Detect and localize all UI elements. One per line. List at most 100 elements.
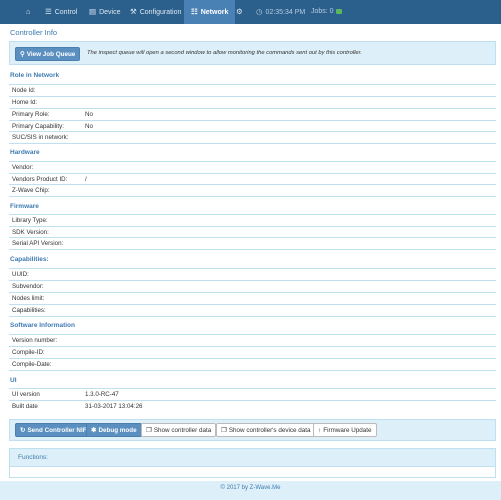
send-nif-label: Send Controller NIF xyxy=(27,427,87,434)
nav-configuration-label: Configuration xyxy=(139,9,182,16)
show-device-data-label: Show controller's device data xyxy=(228,427,311,434)
row-label: Library Type: xyxy=(12,217,48,224)
jobs-status-badge xyxy=(335,8,342,14)
info-row: Subvendor: xyxy=(9,280,496,292)
info-row: Home Id: xyxy=(9,96,496,108)
page-title: Controller Info xyxy=(10,28,58,37)
nav-control-label: Control xyxy=(54,9,78,16)
row-label: Node Id: xyxy=(12,87,36,94)
section-title-role: Role in Network xyxy=(10,72,60,79)
nav-device-label: Device xyxy=(99,9,121,16)
info-row: Capabilities: xyxy=(9,304,496,316)
row-label: Capabilities: xyxy=(12,307,46,314)
gear-icon: ⚙ xyxy=(236,7,243,16)
search-icon: ⚲ xyxy=(20,51,25,58)
row-value: No xyxy=(85,111,93,118)
info-row: UI version 1.3.0-RC-47 xyxy=(9,388,496,400)
divider xyxy=(9,249,496,250)
divider xyxy=(9,370,496,371)
home-icon: ⌂ xyxy=(26,7,31,16)
footer-copyright: © 2017 by Z-Wave.Me xyxy=(220,485,281,491)
divider xyxy=(9,196,496,197)
info-row: Version number: xyxy=(9,334,496,346)
row-label: Z-Wave Chip: xyxy=(12,187,50,194)
section-title-capabilities: Capabilities: xyxy=(10,256,49,263)
info-row: Node Id: xyxy=(9,84,496,96)
nav-jobs[interactable]: Jobs: 0 xyxy=(311,0,342,24)
row-label: Vendors Product ID: xyxy=(12,176,68,183)
nav-network-label: Network xyxy=(200,9,229,16)
info-row: Nodes limit: xyxy=(9,292,496,304)
section-title-firmware: Firmware xyxy=(10,203,39,210)
row-label: Serial API Version: xyxy=(12,240,64,247)
divider xyxy=(9,316,496,317)
section-title-ui: UI xyxy=(10,377,17,384)
row-label: Subvendor: xyxy=(12,283,44,290)
row-label: Primary Role: xyxy=(12,111,50,118)
firmware-update-button[interactable]: ↑ Firmware Update xyxy=(313,423,377,437)
clock-icon: ◷ xyxy=(256,7,263,16)
section-title-software: Software Information xyxy=(10,322,76,329)
row-label: Home Id: xyxy=(12,99,38,106)
row-value: 1.3.0-RC-47 xyxy=(85,391,119,398)
info-row: Vendor: xyxy=(9,161,496,173)
row-value: / xyxy=(85,176,87,183)
firmware-update-label: Firmware Update xyxy=(323,427,372,434)
top-navbar: ⌂ ☰ Control ▤ Device ⚒ Configuration ☷ Netwo… xyxy=(0,0,501,24)
sitemap-icon: ☷ xyxy=(191,7,198,16)
nav-home[interactable]: ⌂ xyxy=(26,0,34,24)
copy-icon: ❐ xyxy=(146,427,152,434)
row-label: Built date xyxy=(12,403,38,410)
nav-settings[interactable]: ⚙ xyxy=(236,0,246,24)
row-value: 31-03-2017 13:04:26 xyxy=(85,403,143,410)
info-row: Serial API Version: xyxy=(9,237,496,249)
row-label: Compile-ID: xyxy=(12,349,45,356)
functions-panel: Functions: xyxy=(9,448,496,478)
info-row: Primary Role: No xyxy=(9,108,496,120)
database-icon: ▤ xyxy=(89,7,97,16)
view-job-queue-label: View Job Queue xyxy=(26,51,76,58)
nav-configuration[interactable]: ⚒ Configuration xyxy=(130,0,181,24)
row-label: SDK Version: xyxy=(12,229,49,236)
bug-icon: ✱ xyxy=(91,427,97,434)
wrench-icon: ⚒ xyxy=(130,7,137,16)
info-row: Compile-Date: xyxy=(9,358,496,370)
view-job-queue-button[interactable]: ⚲ View Job Queue xyxy=(15,47,81,61)
debug-mode-label: Debug mode xyxy=(98,427,137,434)
row-label: Nodes limit: xyxy=(12,295,45,302)
nav-network[interactable]: ☷ Network xyxy=(184,0,236,24)
clock-time: 02:35:34 PM xyxy=(265,9,306,16)
refresh-icon: ↻ xyxy=(20,427,26,434)
nav-control[interactable]: ☰ Control xyxy=(45,0,77,24)
info-row: Z-Wave Chip: xyxy=(9,184,496,196)
copy-icon: ❐ xyxy=(221,427,227,434)
show-controller-data-button[interactable]: ❐ Show controller data xyxy=(141,423,217,437)
row-label: SUC/SIS in network: xyxy=(12,134,69,141)
arrow-up-icon: ↑ xyxy=(318,427,322,434)
nav-device[interactable]: ▤ Device xyxy=(89,0,121,24)
functions-header: Functions: xyxy=(10,449,495,467)
info-row: UUID: xyxy=(9,268,496,280)
nav-clock: ◷ 02:35:34 PM xyxy=(256,0,305,24)
row-label: UUID: xyxy=(12,271,29,278)
show-device-data-button[interactable]: ❐ Show controller's device data xyxy=(216,423,316,437)
row-value: No xyxy=(85,123,93,130)
info-row: Compile-ID: xyxy=(9,346,496,358)
send-controller-nif-button[interactable]: ↻ Send Controller NIF xyxy=(15,423,92,437)
divider xyxy=(9,143,496,144)
jobs-label: Jobs: 0 xyxy=(311,8,334,15)
show-controller-data-label: Show controller data xyxy=(153,427,212,434)
footer: © 2017 by Z-Wave.Me xyxy=(0,481,501,500)
action-bar: ↻ Send Controller NIF ✱ Debug mode ❐ Show c… xyxy=(9,419,496,441)
row-label: Vendor: xyxy=(12,164,34,171)
row-label: Version number: xyxy=(12,337,58,344)
debug-mode-button[interactable]: ✱ Debug mode xyxy=(86,423,142,437)
row-label: Compile-Date: xyxy=(12,361,52,368)
job-queue-panel: ⚲ View Job Queue The inspect queue will o… xyxy=(9,41,496,65)
sliders-icon: ☰ xyxy=(45,7,52,16)
section-title-hardware: Hardware xyxy=(10,149,40,156)
info-row: Built date 31-03-2017 13:04:26 xyxy=(9,400,496,412)
info-row: Library Type: xyxy=(9,214,496,226)
job-queue-note: The inspect queue will open a second win… xyxy=(87,50,362,56)
row-label: Primary Capability: xyxy=(12,123,64,130)
